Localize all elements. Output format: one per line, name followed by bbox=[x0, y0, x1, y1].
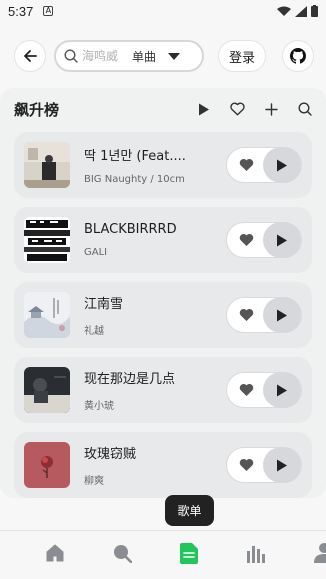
search-input[interactable] bbox=[82, 49, 126, 63]
play-icon bbox=[277, 309, 287, 321]
play-icon bbox=[277, 459, 287, 471]
play-icon bbox=[277, 159, 287, 171]
status-bar: 5:37 A bbox=[0, 0, 326, 22]
play-button[interactable] bbox=[263, 447, 301, 483]
login-button[interactable]: 登录 bbox=[218, 40, 267, 72]
song-row[interactable]: 现在那边是几点 黄小琥 bbox=[14, 357, 312, 423]
search-icon[interactable] bbox=[112, 543, 132, 563]
heart-icon bbox=[239, 458, 253, 471]
song-meta: 江南雪 礼越 bbox=[84, 293, 208, 337]
play-button[interactable] bbox=[263, 222, 301, 258]
song-meta: BLACKBIRRRD GALI bbox=[84, 222, 208, 258]
song-artist: 黄小琥 bbox=[84, 401, 114, 412]
wifi-icon bbox=[277, 6, 291, 16]
song-controls bbox=[226, 222, 302, 258]
like-button[interactable] bbox=[227, 233, 265, 247]
song-controls bbox=[226, 372, 302, 408]
song-title: 现在那边是几点 bbox=[84, 372, 176, 387]
song-title: 玫瑰窃贼 bbox=[84, 447, 137, 462]
song-row[interactable]: 玫瑰窃贼 柳爽 bbox=[14, 432, 312, 498]
song-row[interactable]: BLACKBIRRRD GALI bbox=[14, 207, 312, 273]
play-all-icon[interactable] bbox=[198, 103, 210, 116]
plus-icon[interactable] bbox=[265, 102, 278, 116]
search-mode-select[interactable]: 单曲 bbox=[132, 48, 156, 65]
playlist-icon[interactable] bbox=[180, 543, 198, 564]
heart-icon bbox=[239, 383, 253, 396]
song-artist: 柳爽 bbox=[84, 476, 104, 487]
album-cover-snow bbox=[24, 292, 70, 338]
song-row[interactable]: 江南雪 礼越 bbox=[14, 282, 312, 348]
album-cover-night bbox=[24, 367, 70, 413]
album-cover-room bbox=[24, 142, 70, 188]
play-button[interactable] bbox=[263, 297, 301, 333]
song-list: 딱 1년만 (Feat.... BIG Naughty / 10cm BLACK… bbox=[14, 132, 312, 507]
song-controls bbox=[226, 297, 302, 333]
github-icon bbox=[290, 48, 306, 64]
song-artist: 礼越 bbox=[84, 326, 104, 337]
chart-panel: 飙升榜 딱 1년만 (Feat.... BIG Naughty / 10cm B… bbox=[0, 88, 326, 498]
play-icon bbox=[277, 384, 287, 396]
song-artist: BIG Naughty / 10cm bbox=[84, 174, 185, 185]
notification-icon: A bbox=[43, 6, 54, 16]
album-cover-typography bbox=[24, 217, 70, 263]
like-button[interactable] bbox=[227, 458, 265, 472]
charts-icon[interactable] bbox=[246, 543, 266, 563]
arrow-left-icon bbox=[24, 50, 37, 62]
back-button[interactable] bbox=[14, 40, 46, 72]
nav-tooltip: 歌单 bbox=[165, 495, 214, 526]
song-artist: GALI bbox=[84, 247, 108, 258]
chart-actions bbox=[198, 102, 312, 116]
profile-icon[interactable] bbox=[314, 543, 326, 563]
song-title: 딱 1년만 (Feat.... bbox=[84, 149, 186, 164]
play-icon bbox=[277, 234, 287, 246]
song-title: BLACKBIRRRD bbox=[84, 222, 177, 237]
song-row[interactable]: 딱 1년만 (Feat.... BIG Naughty / 10cm bbox=[14, 132, 312, 198]
home-icon[interactable] bbox=[45, 543, 65, 563]
heart-outline-icon[interactable] bbox=[230, 102, 245, 116]
album-cover-rose bbox=[24, 442, 70, 488]
song-controls bbox=[226, 447, 302, 483]
heart-icon bbox=[239, 308, 253, 321]
song-controls bbox=[226, 147, 302, 183]
play-button[interactable] bbox=[263, 147, 301, 183]
play-button[interactable] bbox=[263, 372, 301, 408]
like-button[interactable] bbox=[227, 308, 265, 322]
signal-icon bbox=[295, 5, 307, 17]
top-bar: 单曲 登录 bbox=[14, 40, 314, 72]
song-meta: 现在那边是几点 黄小琥 bbox=[84, 368, 208, 412]
battery-icon bbox=[311, 5, 318, 17]
song-meta: 玫瑰窃贼 柳爽 bbox=[84, 443, 208, 487]
status-icons bbox=[277, 5, 318, 17]
status-time: 5:37 bbox=[8, 3, 34, 19]
bottom-nav bbox=[0, 530, 326, 579]
heart-icon bbox=[239, 158, 253, 171]
chevron-down-icon[interactable] bbox=[168, 52, 181, 60]
search-box[interactable]: 单曲 bbox=[54, 40, 204, 72]
chart-title: 飙升榜 bbox=[14, 100, 60, 119]
search-icon bbox=[64, 49, 78, 63]
github-button[interactable] bbox=[282, 40, 314, 72]
like-button[interactable] bbox=[227, 383, 265, 397]
heart-icon bbox=[239, 233, 253, 246]
song-meta: 딱 1년만 (Feat.... BIG Naughty / 10cm bbox=[84, 145, 208, 185]
like-button[interactable] bbox=[227, 158, 265, 172]
chart-header: 飙升榜 bbox=[0, 88, 326, 130]
song-title: 江南雪 bbox=[84, 297, 124, 312]
search-icon[interactable] bbox=[298, 102, 312, 116]
